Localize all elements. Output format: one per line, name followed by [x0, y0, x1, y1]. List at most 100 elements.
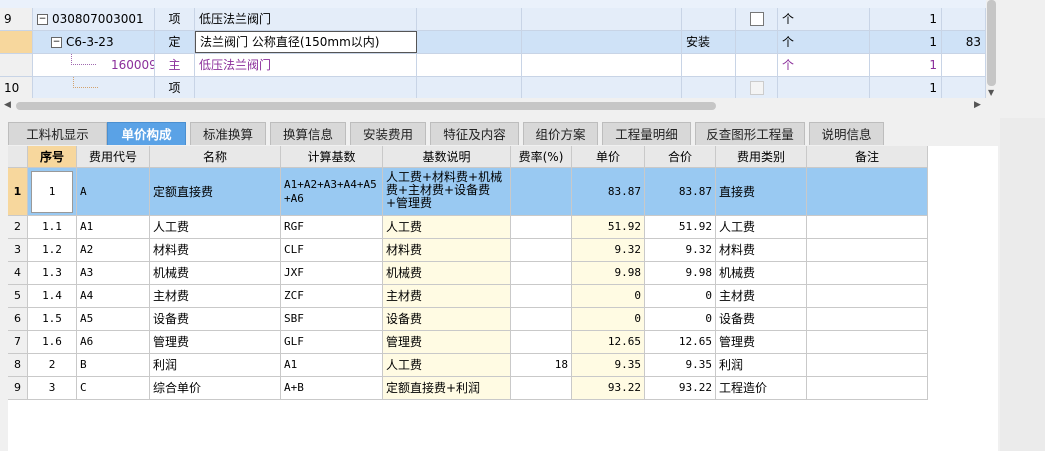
tab-description-info[interactable]: 说明信息: [809, 122, 884, 145]
fee-rate[interactable]: [511, 377, 572, 400]
fee-name[interactable]: 管理费: [150, 331, 281, 354]
scrollbar-thumb[interactable]: [16, 102, 716, 110]
fee-rate[interactable]: [511, 216, 572, 239]
row-checkbox[interactable]: [750, 12, 764, 26]
base-description[interactable]: 定额直接费+利润: [383, 377, 511, 400]
tab-unit-price-composition[interactable]: 单价构成: [107, 122, 186, 145]
fee-category[interactable]: 设备费: [716, 308, 807, 331]
seq-number[interactable]: 2: [28, 354, 77, 377]
fee-code[interactable]: C: [77, 377, 150, 400]
fee-category[interactable]: 工程造价: [716, 377, 807, 400]
fee-category[interactable]: 材料费: [716, 239, 807, 262]
fee-code[interactable]: A: [77, 168, 150, 216]
seq-editor[interactable]: 1: [31, 171, 73, 213]
grid-row[interactable]: 10 项 1: [0, 77, 986, 98]
collapse-icon[interactable]: −: [51, 37, 62, 48]
col-header-rate[interactable]: 费率(%): [511, 146, 572, 168]
calc-base[interactable]: CLF: [281, 239, 383, 262]
fee-rate[interactable]: [511, 262, 572, 285]
seq-number[interactable]: 3: [28, 377, 77, 400]
item-name[interactable]: 低压法兰阀门: [195, 8, 417, 30]
fee-rate[interactable]: [511, 239, 572, 262]
col-header-name[interactable]: 名称: [150, 146, 281, 168]
col-header-category[interactable]: 费用类别: [716, 146, 807, 168]
seq-number[interactable]: 1.4: [28, 285, 77, 308]
item-name-editor[interactable]: 法兰阀门 公称直径(150mm以内): [195, 31, 417, 53]
base-description[interactable]: 人工费: [383, 216, 511, 239]
fee-note[interactable]: [807, 216, 928, 239]
fee-note[interactable]: [807, 168, 928, 216]
fee-note[interactable]: [807, 331, 928, 354]
calc-base[interactable]: GLF: [281, 331, 383, 354]
scroll-left-icon[interactable]: ◀: [4, 100, 11, 110]
fee-note[interactable]: [807, 354, 928, 377]
fee-category[interactable]: 管理费: [716, 331, 807, 354]
fee-note[interactable]: [807, 377, 928, 400]
fee-rate[interactable]: [511, 285, 572, 308]
calc-base[interactable]: RGF: [281, 216, 383, 239]
scroll-right-icon[interactable]: ▶: [974, 100, 981, 110]
col-header-base[interactable]: 计算基数: [281, 146, 383, 168]
calc-base[interactable]: A+B: [281, 377, 383, 400]
base-description[interactable]: 管理费: [383, 331, 511, 354]
fee-category[interactable]: 主材费: [716, 285, 807, 308]
col-header-seq[interactable]: 序号: [28, 146, 77, 168]
base-description[interactable]: 材料费: [383, 239, 511, 262]
fee-code[interactable]: A1: [77, 216, 150, 239]
tab-reverse-graphic-quantity[interactable]: 反查图形工程量: [695, 122, 805, 145]
fee-name[interactable]: 定额直接费: [150, 168, 281, 216]
scrollbar-thumb[interactable]: [987, 0, 996, 86]
col-header-note[interactable]: 备注: [807, 146, 928, 168]
fee-code[interactable]: A3: [77, 262, 150, 285]
tab-pricing-scheme[interactable]: 组价方案: [523, 122, 598, 145]
fee-rate[interactable]: [511, 308, 572, 331]
fee-category[interactable]: 利润: [716, 354, 807, 377]
fee-rate[interactable]: [511, 168, 572, 216]
col-header-base-desc[interactable]: 基数说明: [383, 146, 511, 168]
base-description[interactable]: 设备费: [383, 308, 511, 331]
horizontal-scrollbar[interactable]: ◀ ▶: [0, 99, 986, 113]
grid-row[interactable]: 9 −030807003001 项 低压法兰阀门 个 1: [0, 8, 986, 31]
fee-name[interactable]: 设备费: [150, 308, 281, 331]
base-description[interactable]: 人工费: [383, 354, 511, 377]
fee-code[interactable]: B: [77, 354, 150, 377]
fee-note[interactable]: [807, 262, 928, 285]
calc-base[interactable]: A1+A2+A3+A4+A5+A6: [281, 168, 383, 216]
fee-note[interactable]: [807, 285, 928, 308]
seq-number[interactable]: 1.3: [28, 262, 77, 285]
tab-features-content[interactable]: 特征及内容: [430, 122, 519, 145]
vertical-scrollbar[interactable]: ▼: [986, 0, 998, 100]
col-header-unit-price[interactable]: 单价: [572, 146, 645, 168]
col-header-total[interactable]: 合价: [645, 146, 716, 168]
base-description[interactable]: 人工费+材料费+机械费+主材费+设备费+管理费: [383, 168, 511, 216]
collapse-icon[interactable]: −: [37, 14, 48, 25]
tab-standard-conversion[interactable]: 标准换算: [190, 122, 266, 145]
tab-labor-material-machine[interactable]: 工料机显示: [8, 122, 107, 145]
row-checkbox[interactable]: [750, 81, 764, 95]
fee-category[interactable]: 人工费: [716, 216, 807, 239]
tab-quantity-detail[interactable]: 工程量明细: [602, 122, 691, 145]
fee-category[interactable]: 直接费: [716, 168, 807, 216]
seq-number[interactable]: 1.5: [28, 308, 77, 331]
fee-name[interactable]: 利润: [150, 354, 281, 377]
base-description[interactable]: 主材费: [383, 285, 511, 308]
fee-note[interactable]: [807, 308, 928, 331]
fee-code[interactable]: A5: [77, 308, 150, 331]
seq-number[interactable]: 1.1: [28, 216, 77, 239]
calc-base[interactable]: SBF: [281, 308, 383, 331]
fee-rate[interactable]: [511, 331, 572, 354]
item-grid[interactable]: 9 −030807003001 项 低压法兰阀门 个 1 − C6-3-23 定 …: [0, 0, 986, 98]
fee-rate[interactable]: 18: [511, 354, 572, 377]
scroll-down-icon[interactable]: ▼: [988, 88, 994, 97]
tab-conversion-info[interactable]: 换算信息: [270, 122, 346, 145]
calc-base[interactable]: ZCF: [281, 285, 383, 308]
fee-code[interactable]: A6: [77, 331, 150, 354]
fee-code[interactable]: A2: [77, 239, 150, 262]
item-name[interactable]: 低压法兰阀门: [195, 54, 417, 76]
fee-note[interactable]: [807, 239, 928, 262]
fee-name[interactable]: 人工费: [150, 216, 281, 239]
fee-name[interactable]: 材料费: [150, 239, 281, 262]
fee-name[interactable]: 主材费: [150, 285, 281, 308]
fee-name[interactable]: 机械费: [150, 262, 281, 285]
seq-number[interactable]: 1.2: [28, 239, 77, 262]
